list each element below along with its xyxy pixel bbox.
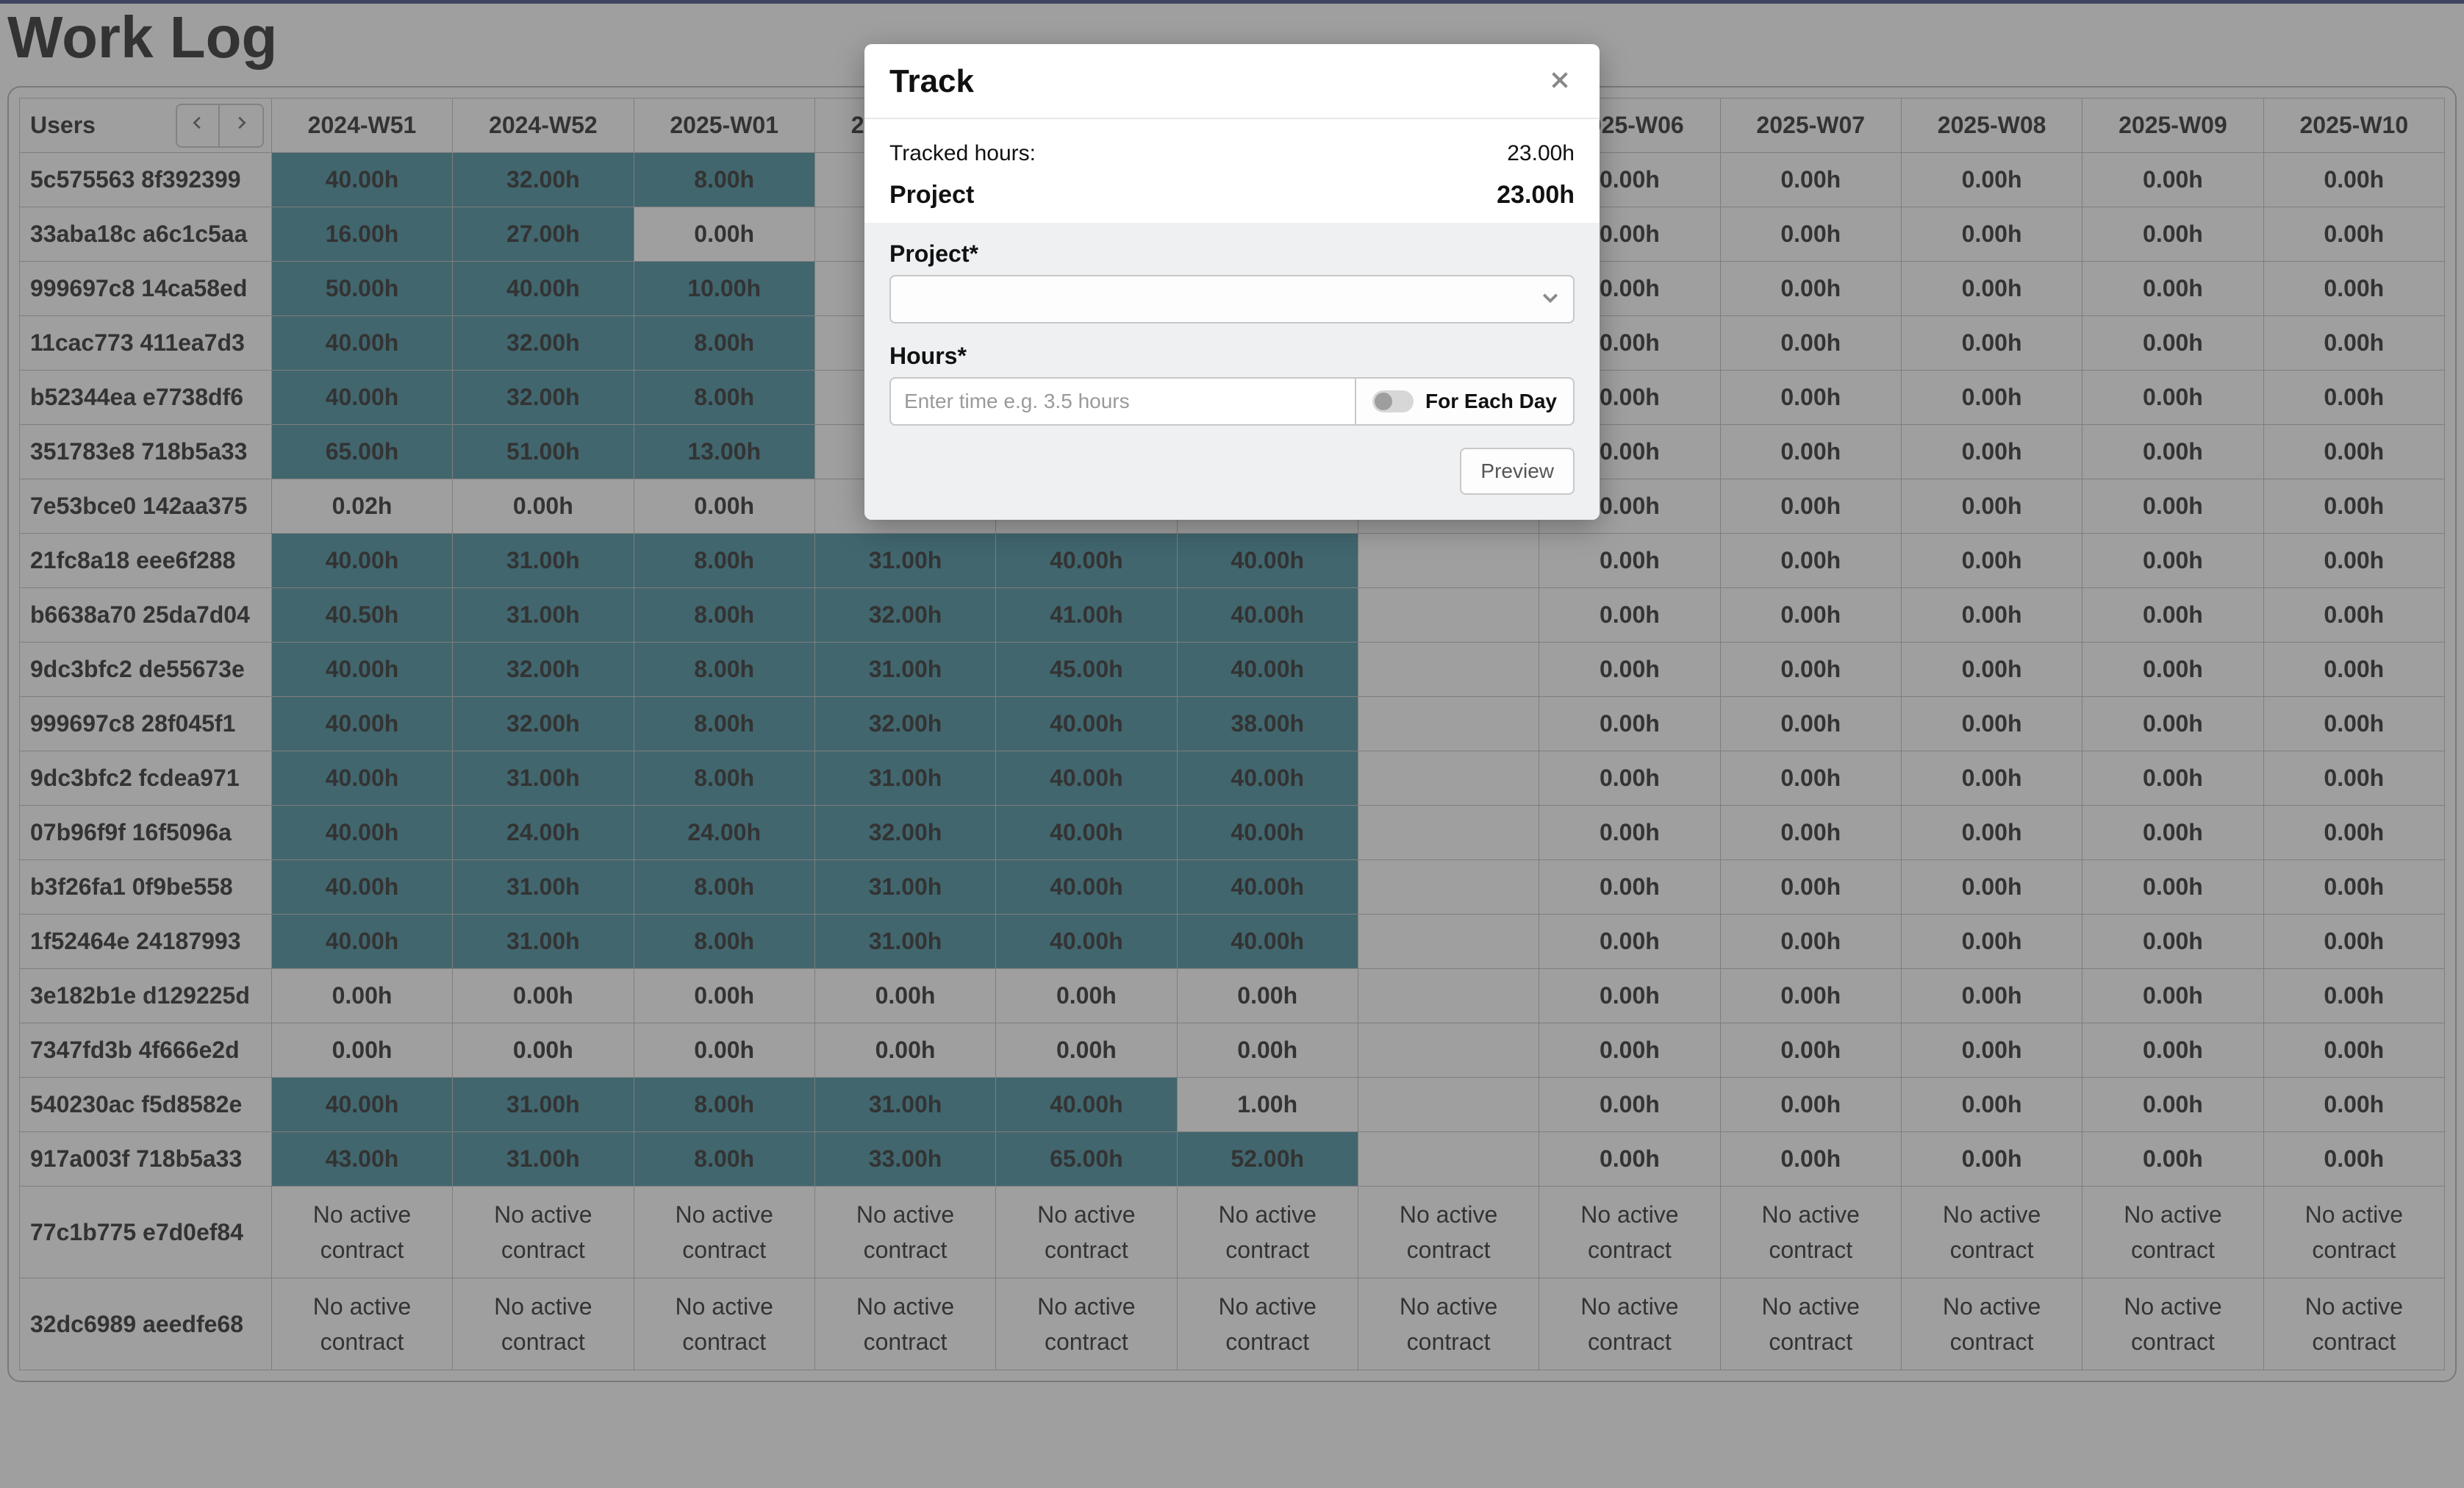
tracked-hours-value: 23.00h	[1507, 141, 1575, 166]
tracked-hours-row: Tracked hours: 23.00h	[889, 134, 1575, 174]
tracked-hours-label: Tracked hours:	[889, 141, 1036, 166]
modal-header: Track	[864, 44, 1600, 119]
project-summary-label: Project	[889, 181, 974, 210]
preview-row: Preview	[889, 448, 1575, 495]
modal-info: Tracked hours: 23.00h Project 23.00h	[864, 119, 1600, 223]
each-day-toggle[interactable]	[1372, 390, 1414, 412]
hours-input[interactable]	[889, 377, 1355, 426]
hours-field-label: Hours*	[889, 343, 1575, 370]
close-button[interactable]	[1545, 67, 1575, 96]
project-select[interactable]	[889, 275, 1575, 323]
project-summary-row: Project 23.00h	[889, 174, 1575, 217]
modal-title: Track	[889, 63, 974, 100]
hours-row: For Each Day	[889, 377, 1575, 426]
each-day-label: For Each Day	[1425, 390, 1557, 413]
track-modal: Track Tracked hours: 23.00h Project 23.0…	[864, 44, 1600, 520]
toggle-knob	[1375, 393, 1392, 410]
close-icon	[1548, 68, 1572, 96]
project-select-wrap	[889, 275, 1575, 323]
modal-overlay[interactable]: Track Tracked hours: 23.00h Project 23.0…	[0, 0, 2464, 1488]
modal-form: Project* Hours* For Each Day Preview	[864, 223, 1600, 520]
preview-button[interactable]: Preview	[1460, 448, 1575, 495]
project-summary-value: 23.00h	[1497, 181, 1575, 210]
project-field-label: Project*	[889, 240, 1575, 268]
each-day-box: For Each Day	[1355, 377, 1575, 426]
